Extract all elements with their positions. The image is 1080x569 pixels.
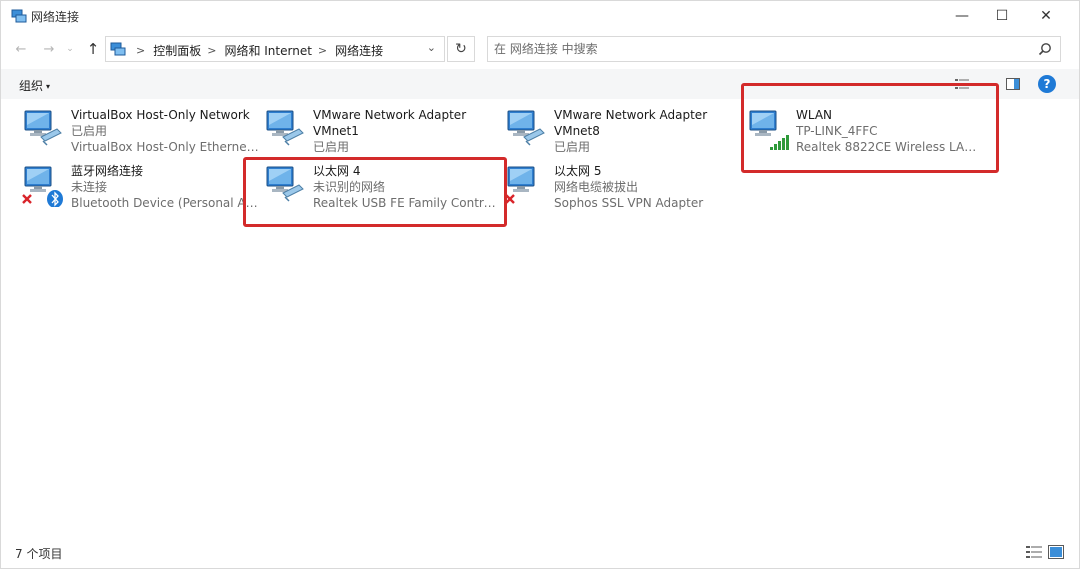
window-title: 网络连接 xyxy=(31,10,80,24)
connection-item[interactable]: 以太网 4 未识别的网络 Realtek USB FE Family Control… xyxy=(263,163,503,217)
title-bar: 网络连接 — ☐ ✕ xyxy=(1,1,1079,31)
connection-device: Bluetooth Device (Personal Ar... xyxy=(71,196,259,210)
preview-pane-icon xyxy=(1006,78,1020,90)
connection-details: WLAN TP-LINK_4FFC Realtek 8822CE Wireless … xyxy=(796,107,984,155)
wifi-adapter-icon xyxy=(749,110,789,150)
chevron-down-icon[interactable]: ⌄ xyxy=(427,41,436,54)
connection-status: 网络电缆被拔出 xyxy=(554,180,639,194)
refresh-icon: ↻ xyxy=(455,41,467,57)
maximize-icon: ☐ xyxy=(995,8,1009,24)
details-view-icon xyxy=(955,79,969,89)
organize-button[interactable]: 组织 ▾ xyxy=(19,77,50,94)
connection-name: VMware Network Adapter xyxy=(554,108,708,122)
network-connections-icon xyxy=(110,42,126,56)
chevron-down-icon: ⌄ xyxy=(66,44,74,54)
network-adapter-icon xyxy=(266,166,304,202)
search-box[interactable] xyxy=(487,36,1061,62)
search-icon[interactable] xyxy=(1038,42,1052,56)
connection-details: VMware Network Adapter VMnet1 已启用 xyxy=(313,107,501,155)
connection-status: 未识别的网络 xyxy=(313,180,386,194)
chevron-right-icon: > xyxy=(136,44,146,57)
connection-status: 已启用 xyxy=(554,140,591,154)
dropdown-arrow-icon: ▾ xyxy=(46,82,51,91)
connection-item[interactable]: 蓝牙网络连接 未连接 Bluetooth Device (Personal Ar..… xyxy=(21,163,261,217)
breadcrumb: > 控制面板 > 网络和 Internet > 网络连接 xyxy=(130,42,383,59)
connection-name: VirtualBox Host-Only Network xyxy=(71,108,250,122)
connection-device: VirtualBox Host-Only Ethernet ... xyxy=(71,140,259,154)
organize-label: 组织 xyxy=(19,79,44,93)
connection-name: 以太网 4 xyxy=(313,164,361,178)
change-view-button[interactable] xyxy=(953,75,971,93)
recent-locations-button[interactable]: ⌄ xyxy=(63,39,77,59)
minimize-icon: — xyxy=(955,8,969,24)
network-adapter-icon xyxy=(507,110,545,146)
connection-item[interactable]: 以太网 5 网络电缆被拔出 Sophos SSL VPN Adapter xyxy=(504,163,744,217)
chevron-right-icon[interactable]: > xyxy=(318,44,327,57)
connection-name-line2: VMnet1 xyxy=(313,124,359,138)
connection-item[interactable]: VirtualBox Host-Only Network 已启用 VirtualBo… xyxy=(21,107,261,161)
connection-details: VirtualBox Host-Only Network 已启用 VirtualBo… xyxy=(71,107,259,155)
chevron-right-icon[interactable]: > xyxy=(207,44,216,57)
connection-name: 蓝牙网络连接 xyxy=(71,164,144,178)
forward-arrow-icon: → xyxy=(43,41,55,57)
address-bar[interactable]: > 控制面板 > 网络和 Internet > 网络连接 ⌄ xyxy=(105,36,445,62)
item-count: 7 个项目 xyxy=(15,547,63,561)
connection-details: VMware Network Adapter VMnet8 已启用 xyxy=(554,107,742,155)
breadcrumb-control-panel[interactable]: 控制面板 xyxy=(153,42,201,59)
connection-status: TP-LINK_4FFC xyxy=(796,124,878,138)
connection-device: Realtek 8822CE Wireless LAN ... xyxy=(796,140,984,154)
breadcrumb-network-connections[interactable]: 网络连接 xyxy=(335,42,383,59)
connection-item[interactable]: VMware Network Adapter VMnet8 已启用 xyxy=(504,107,744,161)
navigation-bar: ← → ⌄ ↑ > 控制面板 > 网络和 Internet > 网络连接 ⌄ ↻ xyxy=(1,33,1079,65)
preview-pane-button[interactable] xyxy=(1004,75,1022,93)
connection-details: 以太网 4 未识别的网络 Realtek USB FE Family Control… xyxy=(313,163,501,211)
connection-name: 以太网 5 xyxy=(554,164,602,178)
refresh-button[interactable]: ↻ xyxy=(447,36,475,62)
connection-status: 已启用 xyxy=(313,140,350,154)
network-adapter-icon xyxy=(24,110,62,146)
help-icon[interactable]: ? xyxy=(1038,75,1056,93)
connection-device: Sophos SSL VPN Adapter xyxy=(554,196,704,210)
connection-details: 蓝牙网络连接 未连接 Bluetooth Device (Personal Ar..… xyxy=(71,163,259,211)
connection-details: 以太网 5 网络电缆被拔出 Sophos SSL VPN Adapter xyxy=(554,163,742,211)
network-connections-icon xyxy=(11,9,27,23)
search-input[interactable] xyxy=(494,41,1014,57)
explorer-window: 网络连接 — ☐ ✕ ← → ⌄ ↑ > 控制面板 > 网络和 Internet… xyxy=(0,0,1080,569)
connection-status: 已启用 xyxy=(71,124,108,138)
close-button[interactable]: ✕ xyxy=(1023,1,1069,31)
close-icon: ✕ xyxy=(1040,8,1052,24)
network-disconnected-icon xyxy=(505,166,535,204)
network-adapter-icon xyxy=(266,110,304,146)
connection-name: VMware Network Adapter xyxy=(313,108,467,122)
up-arrow-icon: ↑ xyxy=(86,40,100,58)
up-button[interactable]: ↑ xyxy=(83,39,103,59)
breadcrumb-network-internet[interactable]: 网络和 Internet xyxy=(224,42,311,59)
back-button[interactable]: ← xyxy=(11,39,31,59)
connection-status: 未连接 xyxy=(71,180,108,194)
forward-button[interactable]: → xyxy=(39,39,59,59)
connection-item[interactable]: VMware Network Adapter VMnet1 已启用 xyxy=(263,107,503,161)
connection-item[interactable]: WLAN TP-LINK_4FFC Realtek 8822CE Wireless … xyxy=(746,107,986,161)
large-icons-view-icon[interactable] xyxy=(1048,545,1064,559)
command-bar: 组织 ▾ ? xyxy=(1,69,1079,99)
details-view-icon[interactable] xyxy=(1026,545,1042,559)
back-arrow-icon: ← xyxy=(15,41,27,57)
connection-name: WLAN xyxy=(796,108,833,122)
status-bar: 7 个项目 xyxy=(1,541,1079,565)
bluetooth-network-icon xyxy=(22,166,63,207)
connection-name-line2: VMnet8 xyxy=(554,124,600,138)
maximize-button[interactable]: ☐ xyxy=(979,1,1025,31)
connection-device: Realtek USB FE Family Controll... xyxy=(313,196,501,210)
